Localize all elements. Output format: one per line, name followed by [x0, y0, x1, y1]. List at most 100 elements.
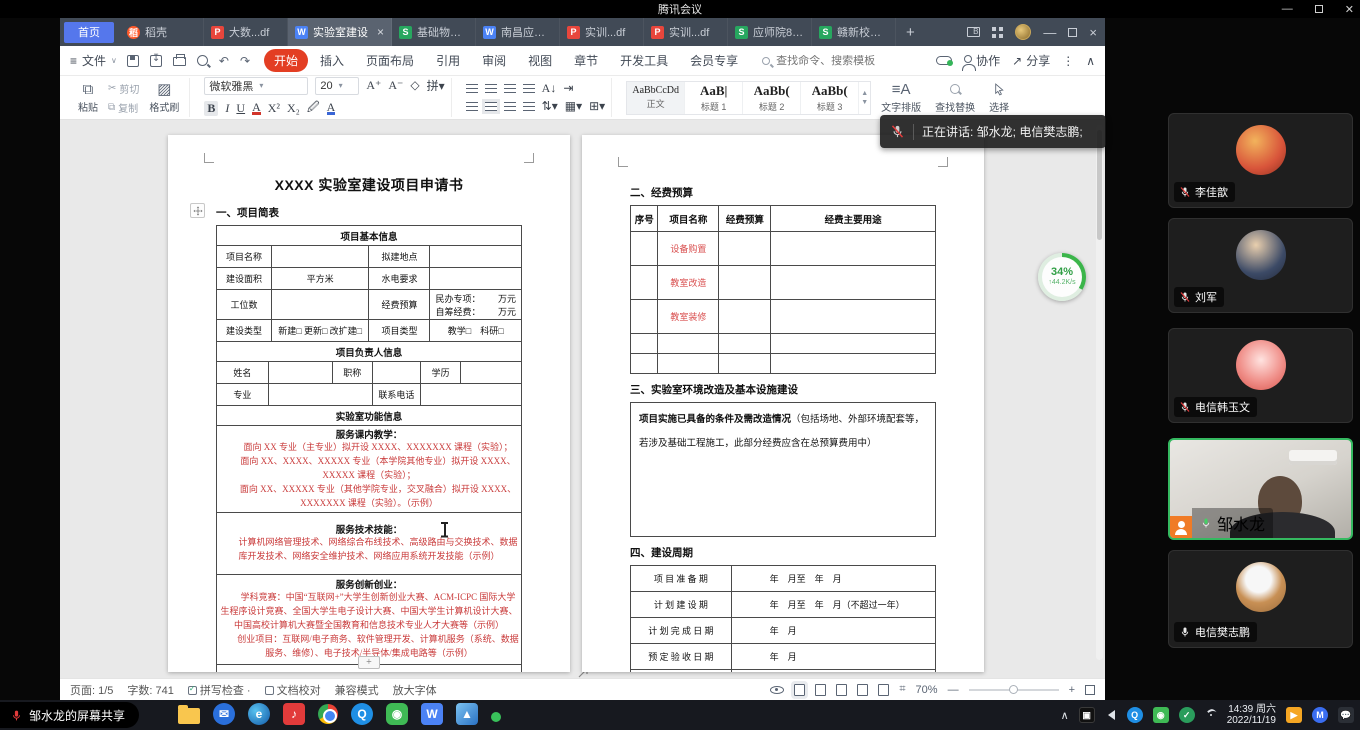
- add-paragraph-button[interactable]: +: [358, 656, 380, 669]
- wechat-icon[interactable]: ◉: [386, 703, 408, 725]
- tab-sheet-1[interactable]: S 基础物理实验: [392, 18, 476, 46]
- indent-icon[interactable]: [523, 84, 535, 93]
- increase-font-icon[interactable]: A⁺: [366, 78, 381, 93]
- shading-icon[interactable]: ▦▾: [565, 99, 582, 114]
- italic-button[interactable]: I: [225, 101, 229, 116]
- word-count[interactable]: 字数: 741: [127, 682, 173, 698]
- tab-sheet-3[interactable]: S 赣新校区实训: [812, 18, 896, 46]
- menu-tab-review[interactable]: 审阅: [472, 49, 516, 72]
- volume-icon[interactable]: [1103, 710, 1115, 720]
- border-icon[interactable]: ⊞▾: [589, 99, 605, 114]
- clear-format-icon[interactable]: ◇: [410, 78, 419, 93]
- menu-tab-view[interactable]: 视图: [518, 49, 562, 72]
- save-icon[interactable]: [127, 55, 139, 67]
- speed-float-ball[interactable]: 34% ↑44.2K/s: [1038, 253, 1086, 301]
- tab-close-icon[interactable]: ×: [377, 25, 384, 39]
- mail-m-tray-icon[interactable]: M: [1312, 707, 1328, 723]
- account-avatar[interactable]: [1015, 24, 1031, 40]
- tab-home[interactable]: 首页: [64, 22, 114, 43]
- participant-tile[interactable]: 电信韩玉文: [1168, 328, 1353, 423]
- copy-button[interactable]: ⧉复制: [108, 100, 139, 115]
- file-menu[interactable]: ≡ 文件 ∨: [70, 52, 117, 69]
- highlight-button[interactable]: 🖉: [307, 98, 320, 119]
- qq-icon[interactable]: Q: [351, 703, 373, 725]
- notification-icon[interactable]: 💬: [1338, 707, 1354, 723]
- tab-stop-icon[interactable]: ⇥: [563, 81, 573, 96]
- table-move-handle[interactable]: [190, 203, 205, 218]
- zoom-out-icon[interactable]: —: [948, 684, 959, 696]
- tab-sheet-2[interactable]: S 应师院800C: [728, 18, 812, 46]
- screen-share-pill[interactable]: 邹水龙的屏幕共享: [0, 702, 139, 728]
- enlarge-font-button[interactable]: 放大字体: [393, 682, 437, 698]
- menu-tab-member[interactable]: 会员专享: [680, 49, 748, 72]
- tab-active-document[interactable]: W 实验室建设 ×: [288, 18, 392, 46]
- subscript-button[interactable]: X₂: [287, 101, 300, 116]
- align-left-icon[interactable]: [466, 102, 478, 111]
- superscript-button[interactable]: X²: [268, 101, 280, 116]
- meeting-tray-icon[interactable]: ▣: [1079, 707, 1095, 723]
- outdent-icon[interactable]: [504, 84, 516, 93]
- menu-tab-insert[interactable]: 插入: [310, 49, 354, 72]
- text-layout-button[interactable]: ≡A 文字排版: [877, 82, 925, 114]
- menu-tab-references[interactable]: 引用: [426, 49, 470, 72]
- document-scrollbar[interactable]: [1096, 124, 1103, 660]
- document-page-2[interactable]: 二、经费预算 序号项目名称 经费预算经费主要用途 设备购置 教室改造 教室装修: [582, 135, 984, 672]
- photos-icon[interactable]: ▲: [456, 703, 478, 725]
- font-name-select[interactable]: 微软雅黑▾: [204, 77, 308, 95]
- web-view-icon[interactable]: [857, 684, 868, 696]
- search-input[interactable]: [776, 55, 906, 67]
- tray-clock[interactable]: 14:39 周六 2022/11/19: [1227, 704, 1276, 726]
- maximize-icon[interactable]: [1315, 5, 1323, 13]
- tab-pdf-2[interactable]: P 实训...df: [560, 18, 644, 46]
- style-heading-3[interactable]: AaBb( 标题 3: [801, 82, 859, 114]
- pinyin-icon[interactable]: 拼▾: [427, 77, 445, 94]
- menu-tab-developer[interactable]: 开发工具: [610, 49, 678, 72]
- format-painter-button[interactable]: ▨ 格式刷: [145, 82, 183, 114]
- redo-icon[interactable]: ↷: [240, 54, 250, 68]
- reading-mode-icon[interactable]: [967, 27, 980, 37]
- zoom-in-icon[interactable]: +: [1069, 684, 1075, 696]
- minimize-icon[interactable]: —: [1282, 3, 1293, 15]
- undo-icon[interactable]: ↶: [219, 54, 229, 68]
- wps-restore-icon[interactable]: [1068, 28, 1077, 37]
- file-explorer-icon[interactable]: [178, 708, 200, 724]
- tab-doc-2[interactable]: W 南昌应用技: [476, 18, 560, 46]
- styles-scroll[interactable]: ▲▼: [859, 82, 870, 114]
- wps-close-icon[interactable]: ×: [1089, 25, 1097, 40]
- video-player-tray-icon[interactable]: ▶: [1286, 707, 1302, 723]
- style-normal[interactable]: AaBbCcDd 正文: [627, 82, 685, 114]
- document-page-1[interactable]: XXXX 实验室建设项目申请书 一、项目简表 项目基本信息 项目名称: [168, 135, 570, 672]
- more-icon[interactable]: ⋮: [1062, 54, 1074, 68]
- fullscreen-icon[interactable]: [1085, 685, 1095, 695]
- thunderbird-icon[interactable]: ✉: [213, 703, 235, 725]
- wechat-tray-icon[interactable]: ◉: [1153, 707, 1169, 723]
- wps-icon[interactable]: W: [421, 703, 443, 725]
- tab-pdf-1[interactable]: P 大数...df: [204, 18, 288, 46]
- network-icon[interactable]: [1205, 709, 1217, 721]
- command-search[interactable]: [762, 55, 906, 67]
- fit-window-icon[interactable]: ⌗: [899, 683, 905, 696]
- char-color-button[interactable]: A: [327, 102, 336, 115]
- tray-expand-icon[interactable]: ∧: [1061, 709, 1069, 722]
- netease-music-icon[interactable]: ♪: [283, 703, 305, 725]
- find-replace-button[interactable]: 查找替换: [931, 82, 979, 114]
- participant-tile[interactable]: 刘军: [1168, 218, 1353, 313]
- cloud-sync-icon[interactable]: [936, 56, 952, 65]
- proofread-button[interactable]: 文档校对: [265, 682, 321, 698]
- zoom-slider[interactable]: [969, 689, 1059, 691]
- style-heading-1[interactable]: AaB| 标题 1: [685, 82, 743, 114]
- bold-button[interactable]: B: [204, 101, 218, 116]
- read-view-icon[interactable]: [836, 684, 847, 696]
- outline-view-icon[interactable]: [815, 684, 826, 696]
- spell-check-toggle[interactable]: 拼写检查 ·: [188, 682, 251, 698]
- print-preview-icon[interactable]: [197, 55, 208, 66]
- eye-protection-icon[interactable]: [770, 686, 784, 694]
- qq-tray-icon[interactable]: Q: [1127, 707, 1143, 723]
- edge-browser-icon[interactable]: e: [248, 703, 270, 725]
- number-list-icon[interactable]: [485, 84, 497, 93]
- style-heading-2[interactable]: AaBb( 标题 2: [743, 82, 801, 114]
- text-direction-icon[interactable]: A↓: [542, 81, 557, 96]
- decrease-font-icon[interactable]: A⁻: [388, 78, 403, 93]
- collapse-ribbon-icon[interactable]: ∧: [1086, 54, 1095, 68]
- menu-tab-page-layout[interactable]: 页面布局: [356, 49, 424, 72]
